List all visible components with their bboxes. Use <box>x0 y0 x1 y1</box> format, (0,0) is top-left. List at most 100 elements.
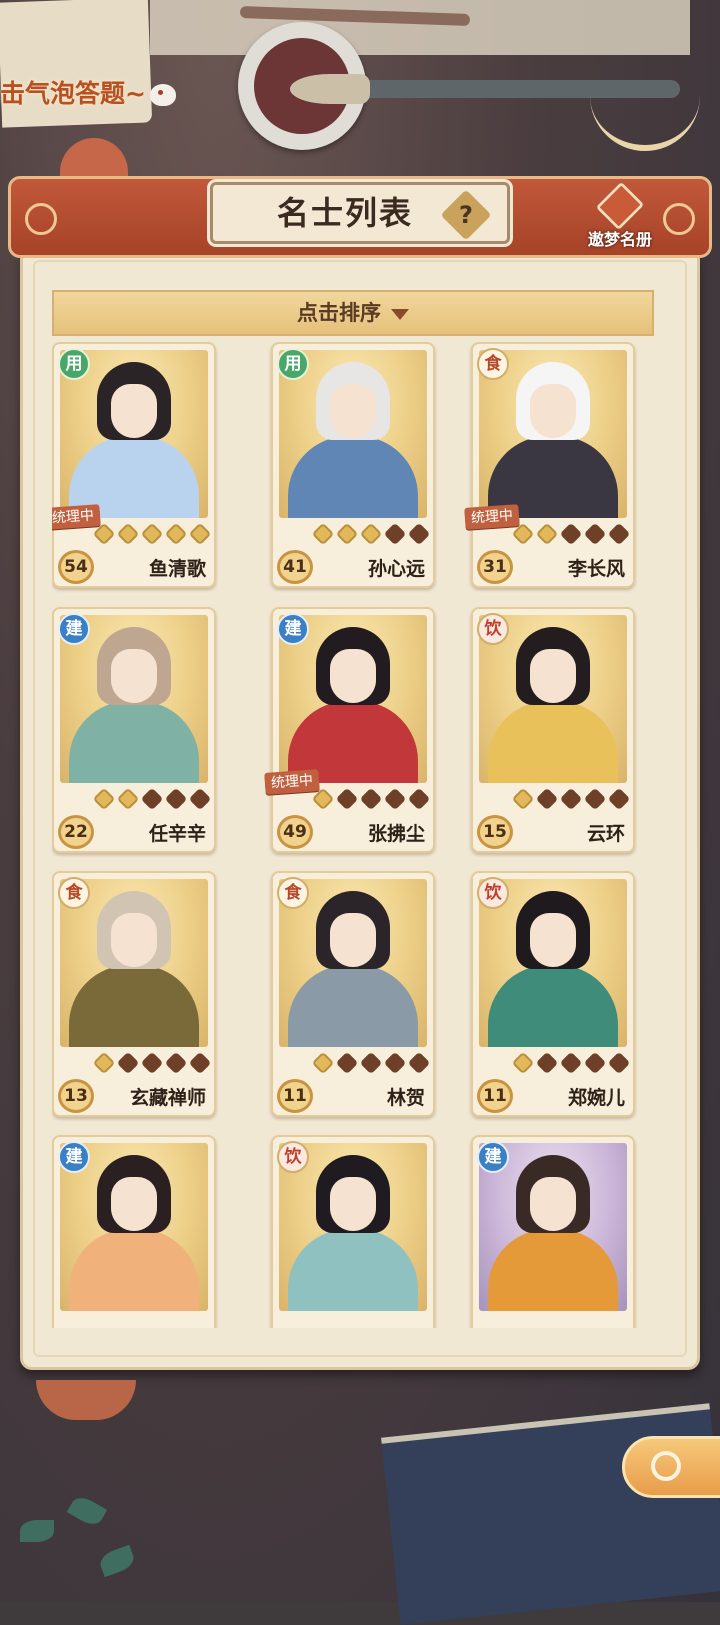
portrait-robe <box>488 1229 618 1311</box>
star-icon <box>116 1051 140 1075</box>
portrait-robe <box>288 965 418 1047</box>
back-button[interactable] <box>622 1436 720 1498</box>
character-name: 鱼清歌 <box>148 558 206 580</box>
leaf-icon <box>20 1520 54 1542</box>
character-card[interactable]: 饮 15 云环 <box>471 607 635 853</box>
star-rating <box>92 787 212 811</box>
star-icon <box>535 787 559 811</box>
star-rating <box>311 787 431 811</box>
type-badge: 食 <box>477 348 509 380</box>
character-card[interactable]: 饮 <box>271 1135 435 1328</box>
star-icon <box>511 1051 535 1075</box>
star-icon <box>383 787 407 811</box>
star-icon <box>583 1051 607 1075</box>
character-card[interactable]: 用统理中 54 鱼清歌 <box>52 342 216 588</box>
star-icon <box>559 787 583 811</box>
star-icon <box>559 522 583 546</box>
type-badge: 建 <box>58 613 90 645</box>
portrait-face <box>530 649 576 703</box>
character-grid: 用统理中 54 鱼清歌用 41 孙心远食统理中 31 李长风建 22 任辛辛建统理中 49 张拂尘饮… <box>52 342 654 1328</box>
star-icon <box>583 787 607 811</box>
star-rating <box>311 522 431 546</box>
type-badge: 建 <box>58 1141 90 1173</box>
level-badge: 11 <box>477 1079 513 1113</box>
type-badge: 用 <box>277 348 309 380</box>
level-badge: 22 <box>58 815 94 849</box>
type-badge: 建 <box>477 1141 509 1173</box>
book-icon <box>595 181 645 231</box>
star-rating <box>511 1051 631 1075</box>
character-card[interactable]: 建统理中 49 张拂尘 <box>264 607 435 853</box>
level-badge: 54 <box>58 550 94 584</box>
star-icon <box>311 787 335 811</box>
character-card[interactable]: 食 13 玄藏禅师 <box>52 871 216 1117</box>
star-icon <box>607 787 631 811</box>
star-icon <box>311 1051 335 1075</box>
character-name: 云环 <box>586 823 625 845</box>
sort-button[interactable]: 点击排序 <box>52 290 654 336</box>
bubble-quiz-hint[interactable]: 击气泡答题~ <box>0 74 176 110</box>
portrait-robe <box>69 701 199 783</box>
type-badge: 饮 <box>477 877 509 909</box>
level-badge: 13 <box>58 1079 94 1113</box>
star-icon <box>92 1051 116 1075</box>
portrait-face <box>111 649 157 703</box>
star-icon <box>335 522 359 546</box>
character-card[interactable]: 建 22 任辛辛 <box>52 607 216 853</box>
character-name: 任辛辛 <box>148 823 206 845</box>
question-icon: ? <box>459 201 473 229</box>
star-icon <box>188 522 212 546</box>
character-card[interactable]: 饮 11 郑婉儿 <box>471 871 635 1117</box>
background-paper <box>150 0 690 55</box>
star-icon <box>116 522 140 546</box>
character-card[interactable]: 建 <box>471 1135 635 1328</box>
star-icon <box>535 1051 559 1075</box>
star-icon <box>335 787 359 811</box>
portrait-face <box>330 913 376 967</box>
level-badge: 41 <box>277 550 313 584</box>
level-badge: 31 <box>477 550 513 584</box>
star-icon <box>164 1051 188 1075</box>
character-card[interactable]: 食统理中 31 李长风 <box>464 342 635 588</box>
star-icon <box>140 522 164 546</box>
level-badge: 49 <box>277 815 313 849</box>
dream-roster-label: 遨梦名册 <box>587 230 652 249</box>
star-icon <box>359 787 383 811</box>
star-icon <box>92 522 116 546</box>
star-icon <box>359 522 383 546</box>
portrait-robe <box>69 965 199 1047</box>
portrait-face <box>530 913 576 967</box>
portrait-face <box>111 1177 157 1231</box>
star-icon <box>188 787 212 811</box>
portrait-face <box>111 913 157 967</box>
type-badge: 食 <box>277 877 309 909</box>
character-card[interactable]: 用 41 孙心远 <box>271 342 435 588</box>
star-icon <box>92 787 116 811</box>
star-icon <box>407 522 431 546</box>
character-name: 玄藏禅师 <box>129 1087 206 1109</box>
dream-roster-button[interactable]: 遨梦名册 <box>580 181 660 256</box>
star-icon <box>559 1051 583 1075</box>
star-icon <box>511 522 535 546</box>
star-icon <box>116 787 140 811</box>
star-rating <box>511 787 631 811</box>
bubble-quiz-text: 击气泡答题~ <box>0 79 146 108</box>
star-rating <box>92 1051 212 1075</box>
leaf-icon <box>97 1544 137 1578</box>
character-name: 孙心远 <box>367 558 425 580</box>
star-icon <box>140 1051 164 1075</box>
star-icon <box>164 787 188 811</box>
character-card[interactable]: 食 11 林贺 <box>271 871 435 1117</box>
portrait-robe <box>288 436 418 518</box>
star-icon <box>383 1051 407 1075</box>
portrait-face <box>111 384 157 438</box>
star-rating <box>311 1051 431 1075</box>
leaves-decoration <box>0 1480 150 1602</box>
ornament-right-icon <box>663 203 695 235</box>
help-button[interactable]: ? <box>440 189 492 241</box>
type-badge: 建 <box>277 613 309 645</box>
star-icon <box>407 787 431 811</box>
portrait-face <box>530 1177 576 1231</box>
star-icon <box>383 522 407 546</box>
character-card[interactable]: 建 <box>52 1135 216 1328</box>
